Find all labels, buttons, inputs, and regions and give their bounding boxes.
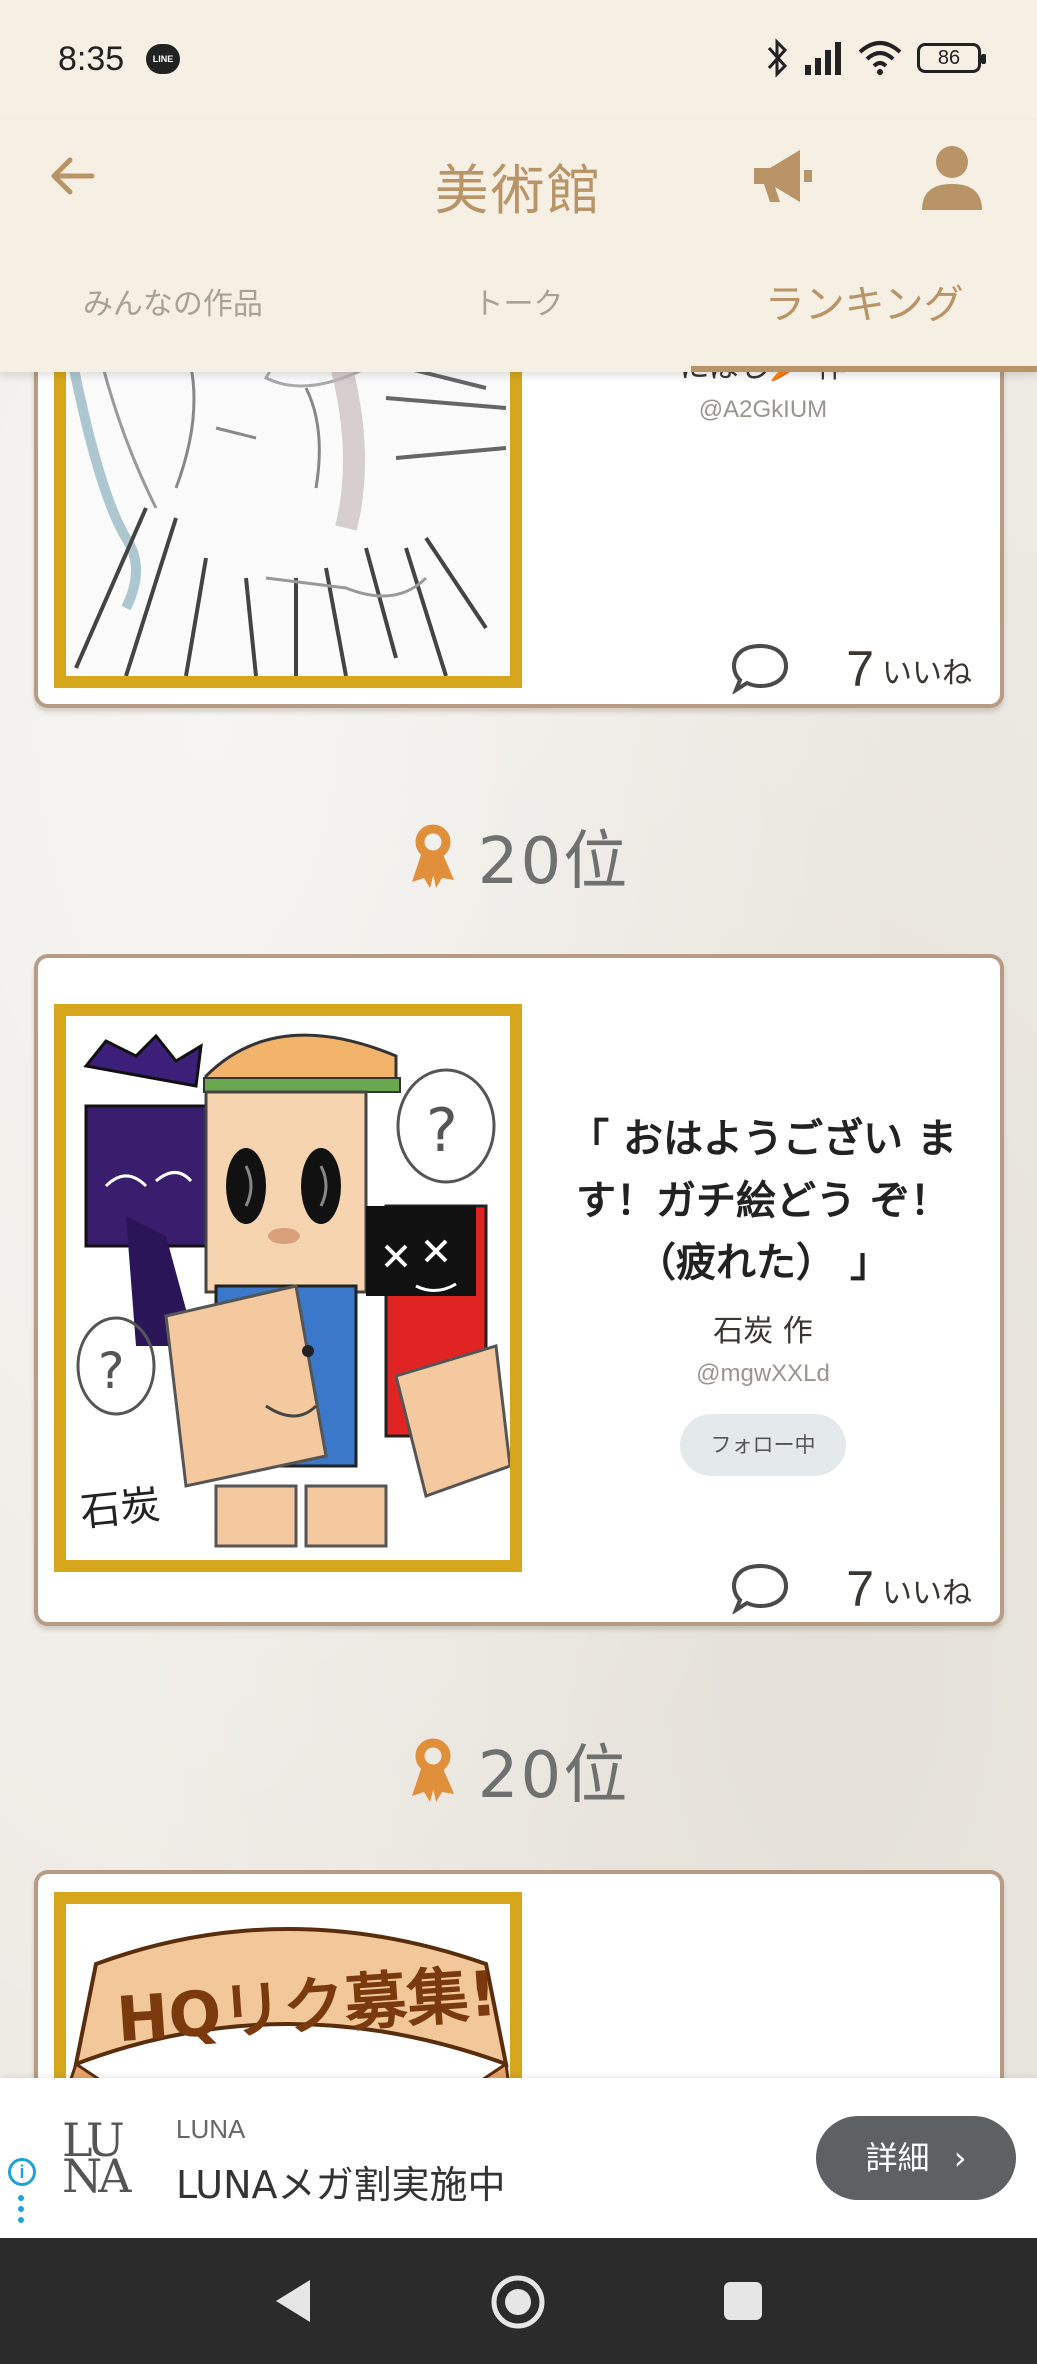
rank-label: 20位: [477, 825, 630, 899]
artwork-title: 「 おはようござい ます！ガチ絵どう ぞ！（疲れた） 」: [569, 1116, 957, 1286]
likes-row: 7 いいね: [730, 642, 972, 694]
artwork-frame[interactable]: ? ? 石炭: [54, 1004, 522, 1572]
wifi-icon: [858, 41, 902, 75]
nav-home-icon[interactable]: [490, 2274, 546, 2330]
app-header: 美術館 みんなの作品 トーク ランキング: [0, 120, 1037, 372]
ad-details-label: 詳細: [865, 2139, 930, 2177]
tab-ranking[interactable]: ランキング: [691, 270, 1037, 372]
signature: 石炭: [78, 1481, 163, 1537]
ribbon-icon: [411, 1738, 454, 1802]
status-icons: 86: [765, 38, 986, 78]
status-time: 8:35: [58, 40, 125, 78]
bluetooth-icon: [767, 38, 788, 78]
nav-recents-icon[interactable]: [722, 2280, 764, 2322]
like-count: 7: [846, 641, 874, 697]
line-app-icon: LINE: [146, 44, 180, 74]
svg-text:?: ?: [426, 1096, 458, 1166]
artwork-card[interactable]: ? ? 石炭 「 おはようござい ます！ガチ絵どう ぞ！（疲れた） 」 石炭 作…: [34, 954, 1004, 1626]
likes-row: 7 いいね: [730, 1562, 972, 1614]
rank-header: 20位: [0, 1724, 1037, 1816]
tab-everyones-works[interactable]: みんなの作品: [0, 270, 346, 372]
ad-title[interactable]: LUNAメガ割実施中: [176, 2154, 506, 2209]
user-profile-icon[interactable]: [916, 140, 988, 212]
megaphone-icon[interactable]: [746, 140, 818, 212]
ad-options-icon[interactable]: [18, 2194, 24, 2224]
battery-indicator: 86: [917, 43, 986, 73]
signal-icon: [805, 42, 841, 75]
like-label[interactable]: いいね: [882, 654, 972, 694]
status-bar: 8:35 LINE 86: [0, 0, 1037, 120]
ad-info-icon[interactable]: i: [8, 2158, 36, 2186]
author-name[interactable]: 石炭 作: [538, 1306, 988, 1350]
artwork-info: 「 おはようござい ます！ガチ絵どう ぞ！（疲れた） 」 石炭 作 @mgwXX…: [538, 1108, 988, 1476]
svg-text:?: ?: [98, 1342, 125, 1400]
follow-button[interactable]: フォロー中: [680, 1414, 846, 1476]
like-label[interactable]: いいね: [882, 1574, 972, 1614]
author-handle: @mgwXXLd: [696, 1360, 830, 1387]
ribbon-icon: [411, 824, 454, 888]
tab-talk[interactable]: トーク: [346, 270, 692, 372]
tab-bar: みんなの作品 トーク ランキング: [0, 270, 1037, 372]
ad-sponsor: LUNA: [176, 2114, 246, 2144]
author-handle: @A2GkIUM: [698, 396, 828, 423]
rank-header: 20位: [0, 810, 1037, 902]
system-nav-bar: [0, 2238, 1037, 2364]
ad-details-button[interactable]: 詳細 ›: [816, 2116, 1016, 2200]
nav-back-icon[interactable]: [270, 2276, 314, 2326]
rank-label: 20位: [477, 1739, 630, 1813]
ad-logo: LUNA: [62, 2113, 131, 2203]
page-title: 美術館: [434, 159, 603, 222]
comment-icon[interactable]: [730, 642, 790, 694]
ad-banner[interactable]: i LUNA LUNA LUNAメガ割実施中 詳細 ›: [0, 2078, 1037, 2238]
comment-icon[interactable]: [730, 1562, 790, 1614]
like-count: 7: [846, 1561, 874, 1617]
chevron-right-icon: ›: [953, 2139, 967, 2177]
